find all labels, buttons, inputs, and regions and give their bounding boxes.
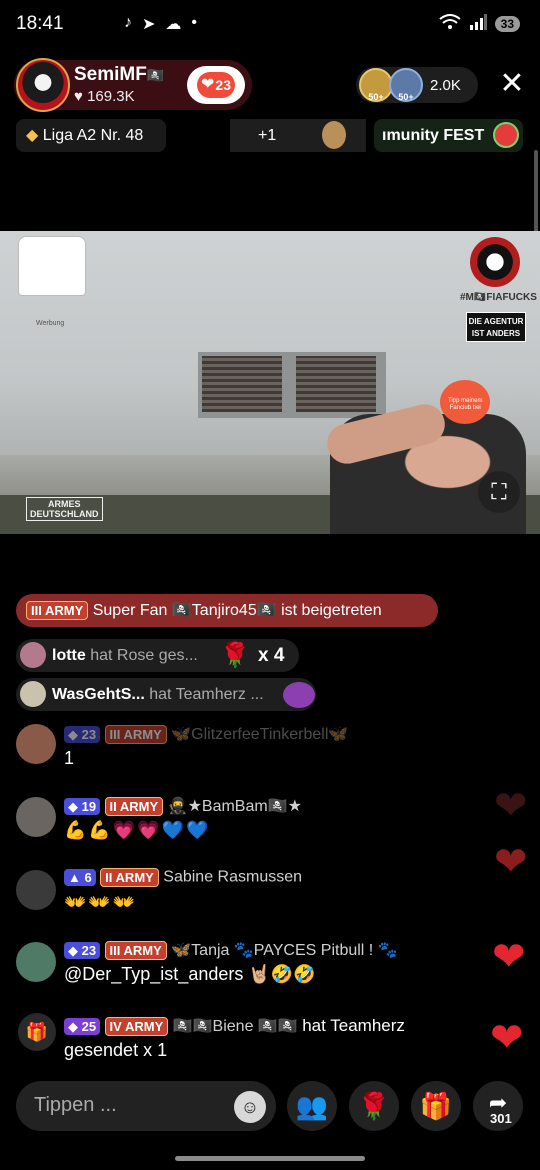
- team-heart-icon: [283, 682, 315, 708]
- watermark: ARMES DEUTSCHLAND: [26, 497, 103, 521]
- fullscreen-button[interactable]: ⛶: [478, 471, 520, 513]
- close-button[interactable]: ✕: [496, 68, 528, 100]
- share-count: 301: [490, 1111, 512, 1126]
- join-banner: III ARMY Super Fan 🏴‍☠️Tanjiro45🏴‍☠️ ist…: [16, 594, 438, 627]
- rose-icon: 🌹: [357, 1091, 391, 1121]
- floating-heart-icon: ❤: [490, 1016, 524, 1060]
- jersey-ad-image: [18, 236, 86, 296]
- video-shutter-left: [202, 356, 282, 412]
- agency-badge: DIE AGENTUR IST ANDERS: [466, 312, 526, 342]
- chat-message: 1: [64, 748, 75, 768]
- heart-icon: ❤: [201, 76, 215, 93]
- army-badge: II ARMY: [104, 797, 164, 817]
- host-likes: ♥ 169.3K: [74, 88, 135, 105]
- tiktok-icon: ♪: [124, 14, 132, 31]
- top-viewer-avatar[interactable]: 50+: [389, 68, 423, 102]
- army-badge: III ARMY: [104, 725, 167, 745]
- telegram-icon: ➤: [142, 16, 156, 33]
- league-badge[interactable]: ◆ Liga A2 Nr. 48: [16, 119, 166, 152]
- level-badge: ◆ 25: [64, 1018, 101, 1036]
- army-badge: III ARMY: [104, 941, 167, 961]
- fanclub-heart-badge[interactable]: ❤ 23: [197, 72, 235, 98]
- chat-username[interactable]: Sabine Rasmussen: [163, 869, 302, 886]
- level-badge: ▲ 6: [64, 869, 96, 886]
- floating-heart-icon: ❤: [494, 840, 528, 884]
- gift-button[interactable]: 🎁: [411, 1081, 461, 1131]
- chat-avatar[interactable]: [16, 870, 56, 910]
- notification-icons: ♪ ➤ ☁ •: [124, 14, 197, 34]
- wifi-icon: [439, 14, 461, 33]
- avatar[interactable]: [20, 642, 46, 668]
- level-badge: ◆ 23: [64, 942, 101, 960]
- video-shutter-right: [296, 356, 376, 412]
- jersey-caption: Werbung: [36, 320, 65, 327]
- chat-username[interactable]: 🦋GlitzerfeeTinkerbell🦋: [171, 726, 348, 743]
- diamond-icon: ◆: [26, 127, 39, 144]
- chat-avatar[interactable]: [16, 797, 56, 837]
- top-viewer-avatar[interactable]: 50+: [359, 68, 393, 102]
- home-indicator[interactable]: [175, 1156, 365, 1161]
- chat-header: ◆ 19 II ARMY 🥷★BamBam🏴‍☠️★: [64, 796, 302, 817]
- chat-message: 👐👐👐: [64, 892, 138, 912]
- gift-notification: lotte hat Rose ges...: [16, 639, 299, 672]
- rose-icon: 🌹: [220, 642, 250, 669]
- skull-logo: [470, 237, 520, 287]
- scroll-indicator: [534, 150, 538, 240]
- people-icon: 👥: [295, 1091, 329, 1121]
- level-badge: ◆ 19: [64, 798, 101, 816]
- avatar[interactable]: [20, 681, 46, 707]
- chat-header: ◆ 23 III ARMY 🦋GlitzerfeeTinkerbell🦋: [64, 724, 348, 745]
- floating-heart-icon: ❤: [494, 784, 528, 828]
- host-avatar[interactable]: [16, 58, 70, 112]
- chat-message: 💪💪💗💗💙💙: [64, 820, 211, 840]
- chat-header: ▲ 6 II ARMY Sabine Rasmussen: [64, 868, 302, 887]
- logo-hashtag: #M🏴‍☠️FIAFUCKS: [460, 292, 537, 303]
- signal-icon: [469, 14, 487, 33]
- floating-heart-icon: ❤: [492, 935, 526, 979]
- gift-notification: WasGehtS... hat Teamherz ...: [16, 678, 316, 711]
- level-badge: ◆ 23: [64, 726, 101, 744]
- gift-icon: 🎁: [18, 1013, 56, 1051]
- chat-message: gesendet x 1: [64, 1040, 168, 1060]
- chat-header: ◆ 23 III ARMY 🦋Tanja 🐾PAYCES Pitbull ! 🐾: [64, 940, 398, 961]
- fest-icon: [493, 122, 519, 148]
- multi-guest-button[interactable]: 👥: [287, 1081, 337, 1131]
- weather-icon: ☁: [165, 16, 182, 33]
- status-right: 33: [439, 14, 520, 33]
- dot-icon: •: [191, 14, 198, 31]
- chat-avatar[interactable]: [16, 942, 56, 982]
- rose-gift-button[interactable]: 🌹: [349, 1081, 399, 1131]
- army-badge: II ARMY: [100, 868, 159, 887]
- mascot-text: Tipp meinem Fanclub bei: [448, 398, 483, 411]
- chat-username[interactable]: 🏴‍☠️🏴‍☠️Biene 🏴‍☠️🏴‍☠️: [173, 1018, 298, 1035]
- emoji-button[interactable]: ☺: [234, 1091, 266, 1123]
- chat-avatar[interactable]: [16, 724, 56, 764]
- comment-placeholder[interactable]: Tippen ...: [34, 1094, 117, 1117]
- gift-box-icon: 🎁: [419, 1091, 453, 1121]
- status-time: 18:41: [16, 13, 64, 34]
- chat-header: ◆ 25 IV ARMY 🏴‍☠️🏴‍☠️Biene 🏴‍☠️🏴‍☠️ hat …: [64, 1016, 405, 1037]
- battery-indicator: 33: [494, 15, 520, 32]
- chat-username[interactable]: 🥷★BamBam🏴‍☠️★: [168, 798, 302, 815]
- expand-icon: ⛶: [491, 479, 507, 504]
- gift-count: x 4: [258, 645, 285, 666]
- chat-message: @Der_Typ_ist_anders 🤘🏼🤣🤣: [64, 964, 316, 984]
- viewer-count[interactable]: 2.0K: [430, 77, 461, 94]
- bottle-icon: [322, 121, 346, 149]
- host-name[interactable]: SemiMF🏴‍☠️: [74, 64, 164, 86]
- chat-username[interactable]: 🦋Tanja 🐾PAYCES Pitbull ! 🐾: [171, 942, 397, 959]
- army-badge: III ARMY: [26, 601, 89, 621]
- army-badge: IV ARMY: [104, 1017, 169, 1037]
